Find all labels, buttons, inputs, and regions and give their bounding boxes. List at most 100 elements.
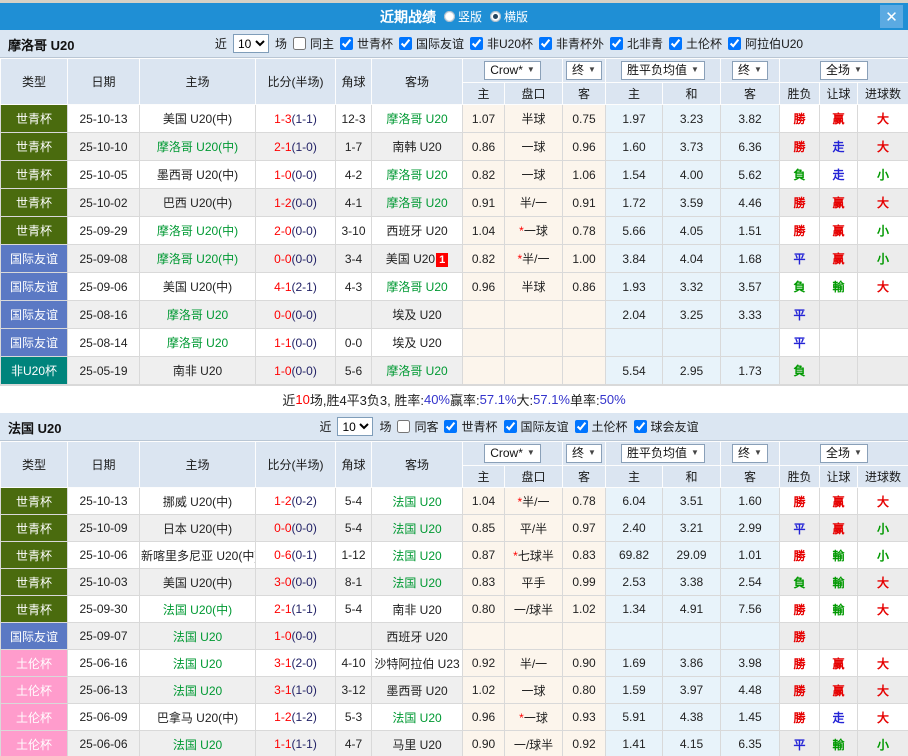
match-type: 国际友谊 <box>1 245 68 273</box>
result-goals: 小 <box>858 161 908 189</box>
close-button[interactable]: ✕ <box>880 5 903 28</box>
avg-home-odds: 5.91 <box>606 704 663 731</box>
avg-odds-select[interactable]: 胜平负均值▼ <box>621 444 705 463</box>
layout-radio-horizontal[interactable]: 横版 <box>490 8 528 25</box>
avg-away-odds: 3.82 <box>721 105 780 133</box>
result-wdl: 勝 <box>780 677 820 704</box>
competition-checkbox-label: 土伦杯 <box>592 418 628 435</box>
result-goals <box>858 623 908 650</box>
match-date: 25-10-03 <box>68 569 140 596</box>
summary-segment: 单率: <box>570 390 600 409</box>
result-goals: 大 <box>858 596 908 623</box>
same-venue-checkbox[interactable] <box>397 420 410 433</box>
avg-draw-odds: 3.73 <box>663 133 721 161</box>
fulltime-score: 3-1 <box>274 683 291 697</box>
match-date: 25-09-30 <box>68 596 140 623</box>
away-odds: 0.80 <box>563 677 606 704</box>
score: 1-2(0-0) <box>256 189 336 217</box>
home-team: 挪威 U20(中) <box>140 488 256 515</box>
competition-checkbox[interactable] <box>340 37 353 50</box>
result-handicap: 赢 <box>820 650 858 677</box>
competition-checkbox[interactable] <box>728 37 741 50</box>
score: 1-0(0-0) <box>256 623 336 650</box>
odds-final-select[interactable]: 终▼ <box>566 61 602 80</box>
fulltime-score: 0-6 <box>274 548 291 562</box>
table-row: 土伦杯25-06-16法国 U203-1(2-0)4-10沙特阿拉伯 U230.… <box>1 650 908 677</box>
match-type: 世青杯 <box>1 189 68 217</box>
avg-odds-select[interactable]: 胜平负均值▼ <box>621 61 705 80</box>
odds-source-select[interactable]: Crow*▼ <box>484 61 541 80</box>
chevron-down-icon: ▼ <box>691 63 699 77</box>
scope-select[interactable]: 全场▼ <box>820 61 868 80</box>
summary-segment: 近 <box>282 390 295 409</box>
avg-final-select[interactable]: 终▼ <box>732 61 768 80</box>
table-row: 世青杯25-10-13美国 U20(中)1-3(1-1)12-3摩洛哥 U201… <box>1 105 908 133</box>
competition-checkbox[interactable] <box>610 37 623 50</box>
competition-checkbox[interactable] <box>575 420 588 433</box>
radio-label: 横版 <box>504 8 528 25</box>
fulltime-score: 0-0 <box>274 308 291 322</box>
corner-score: 3-12 <box>336 677 372 704</box>
competition-checkbox[interactable] <box>539 37 552 50</box>
odds-final-select[interactable]: 终▼ <box>566 444 602 463</box>
table-row: 国际友谊25-08-14摩洛哥 U201-1(0-0)0-0埃及 U20平 <box>1 329 908 357</box>
avg-home-odds: 2.53 <box>606 569 663 596</box>
chevron-down-icon: ▼ <box>527 63 535 77</box>
fulltime-score: 3-1 <box>274 656 291 670</box>
handicap: *半/一 <box>505 488 563 515</box>
away-odds: 1.06 <box>563 161 606 189</box>
table-row: 国际友谊25-09-07法国 U201-0(0-0)西班牙 U20勝 <box>1 623 908 650</box>
column-header: 比分(半场) <box>256 442 336 488</box>
titlebar: 近期战绩 竖版 横版 ✕ <box>0 3 908 30</box>
competition-checkbox[interactable] <box>470 37 483 50</box>
handicap-star: * <box>517 495 522 509</box>
avg-away-odds: 3.98 <box>721 650 780 677</box>
halftime-score: (0-2) <box>292 494 317 508</box>
avg-final-select[interactable]: 终▼ <box>732 444 768 463</box>
competition-checkbox[interactable] <box>634 420 647 433</box>
competition-checkbox[interactable] <box>399 37 412 50</box>
chevron-down-icon: ▼ <box>588 63 596 77</box>
away-team: 摩洛哥 U20 <box>372 105 463 133</box>
match-date: 25-09-06 <box>68 273 140 301</box>
page-title: 近期战绩 <box>380 7 436 27</box>
away-team: 西班牙 U20 <box>372 217 463 245</box>
result-handicap: 赢 <box>820 515 858 542</box>
competition-checkbox[interactable] <box>504 420 517 433</box>
result-handicap: 輸 <box>820 569 858 596</box>
home-team: 美国 U20(中) <box>140 273 256 301</box>
odds-source-select[interactable]: Crow*▼ <box>484 444 541 463</box>
column-subheader: 客 <box>721 83 780 105</box>
avg-draw-odds: 29.09 <box>663 542 721 569</box>
team-filter-bar: 法国 U20近10场同客世青杯国际友谊土伦杯球会友谊 <box>0 413 908 441</box>
competition-checkbox[interactable] <box>444 420 457 433</box>
result-wdl: 勝 <box>780 542 820 569</box>
column-header: 角球 <box>336 442 372 488</box>
radio-icon <box>444 11 455 22</box>
away-odds: 0.78 <box>563 217 606 245</box>
home-team: 南非 U20 <box>140 357 256 385</box>
away-team: 南非 U20 <box>372 596 463 623</box>
chevron-down-icon: ▼ <box>854 446 862 460</box>
competition-checkbox[interactable] <box>669 37 682 50</box>
home-odds: 0.91 <box>463 189 505 217</box>
corner-score: 1-12 <box>336 542 372 569</box>
avg-draw-odds: 4.00 <box>663 161 721 189</box>
home-team: 美国 U20(中) <box>140 569 256 596</box>
home-odds: 1.04 <box>463 488 505 515</box>
result-wdl: 勝 <box>780 488 820 515</box>
match-date: 25-06-16 <box>68 650 140 677</box>
chevron-down-icon: ▼ <box>854 63 862 77</box>
scope-select[interactable]: 全场▼ <box>820 444 868 463</box>
same-venue-checkbox[interactable] <box>293 37 306 50</box>
games-count-select[interactable]: 10 <box>233 34 269 53</box>
avg-home-odds: 1.60 <box>606 133 663 161</box>
away-odds: 1.00 <box>563 245 606 273</box>
handicap-star: * <box>519 224 524 238</box>
near-label: 近 <box>319 418 331 435</box>
layout-radio-vertical[interactable]: 竖版 <box>444 8 482 25</box>
fulltime-score: 1-1 <box>274 336 291 350</box>
handicap: 半球 <box>505 105 563 133</box>
match-type: 非U20杯 <box>1 357 68 385</box>
games-count-select[interactable]: 10 <box>337 417 373 436</box>
